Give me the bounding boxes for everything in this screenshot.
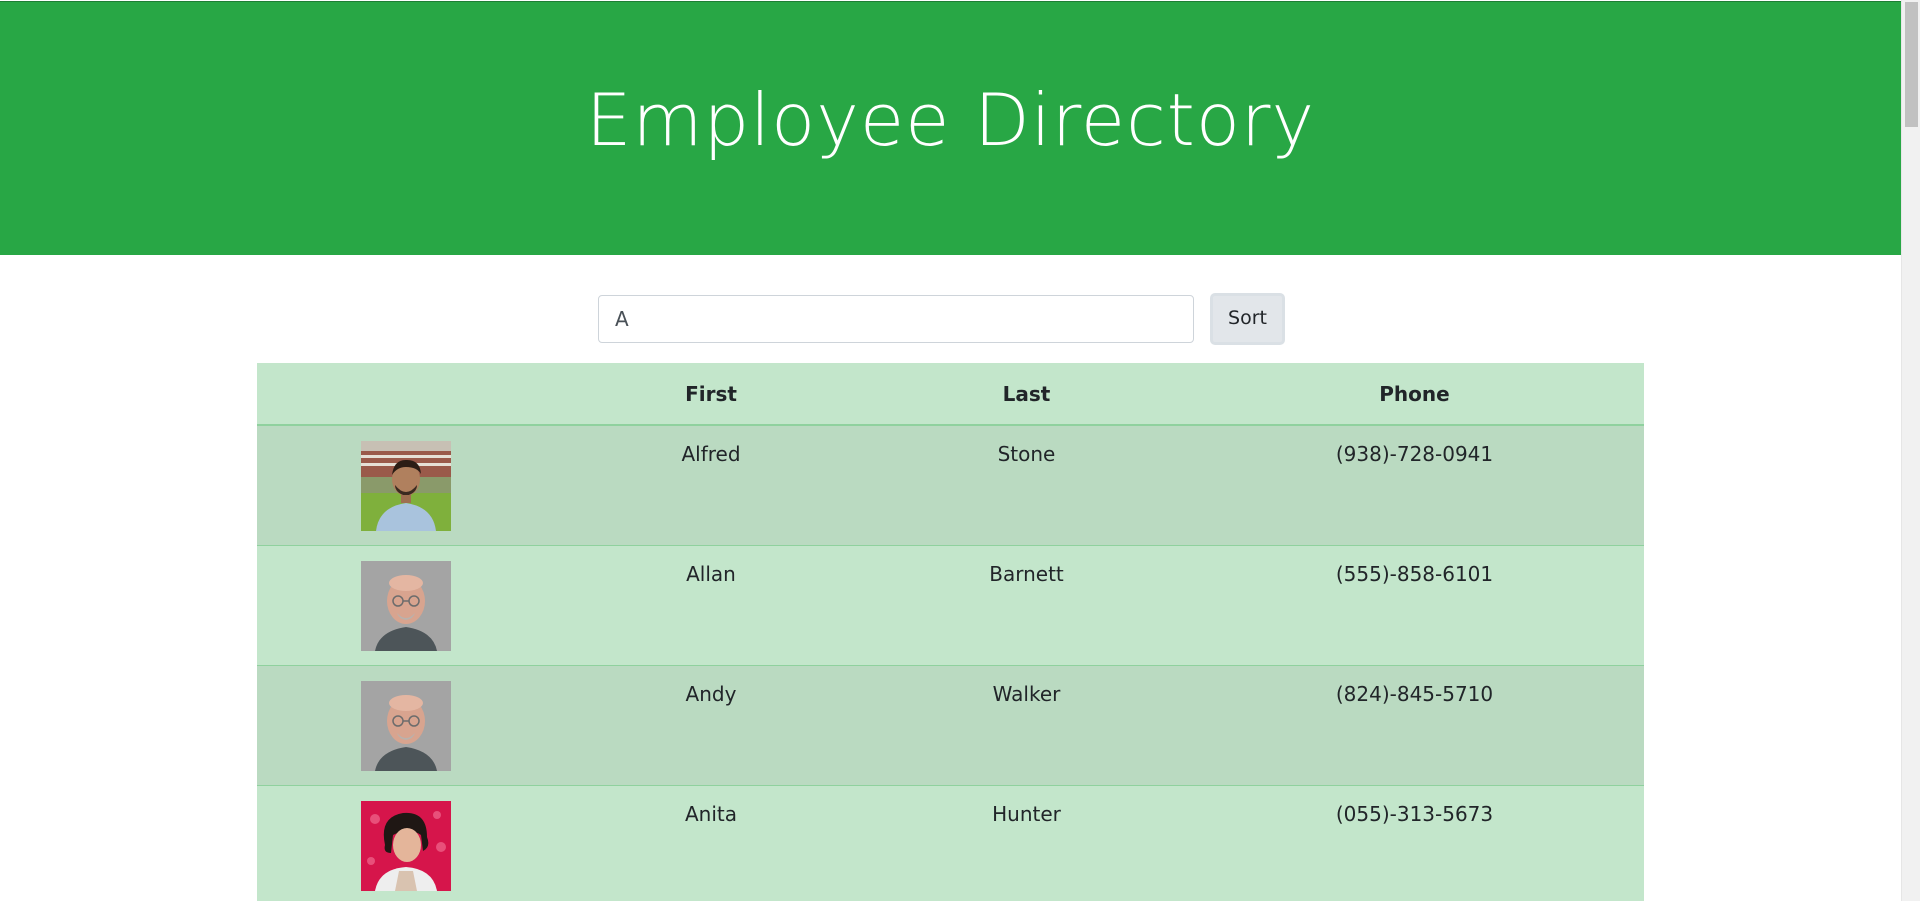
first-name-cell: Andy: [554, 664, 868, 785]
phone-cell: (938)-728-0941: [1185, 424, 1644, 545]
column-header-image: [257, 363, 554, 426]
avatar-cell: [257, 664, 554, 785]
phone-cell: (555)-858-6101: [1185, 544, 1644, 665]
last-name-cell: Hunter: [868, 784, 1185, 901]
avatar: [360, 800, 451, 891]
table-row: Anita Hunter (055)-313-5673: [257, 784, 1644, 901]
last-name-cell: Stone: [868, 424, 1185, 545]
table-row: Allan Barnett (555)-858-6101: [257, 544, 1644, 665]
first-name-cell: Allan: [554, 544, 868, 665]
page-title: Employee Directory: [585, 78, 1316, 162]
phone-cell: (055)-313-5673: [1185, 784, 1644, 901]
phone-cell: (824)-845-5710: [1185, 664, 1644, 785]
scrollbar-thumb[interactable]: [1905, 2, 1918, 127]
last-name-cell: Walker: [868, 664, 1185, 785]
jumbotron-header: Employee Directory: [0, 1, 1901, 255]
vertical-scrollbar[interactable]: [1901, 0, 1920, 901]
table-row: Alfred Stone (938)-728-0941: [257, 424, 1644, 545]
employee-table-wrapper: First Last Phone Alfred Stone (938)-728-…: [257, 363, 1644, 901]
employee-table: First Last Phone Alfred Stone (938)-728-…: [257, 363, 1644, 901]
avatar-cell: [257, 424, 554, 545]
sort-button[interactable]: Sort: [1210, 293, 1285, 345]
avatar-cell: [257, 544, 554, 665]
avatar: [360, 441, 451, 531]
page: Employee Directory Sort First Last Phone: [0, 0, 1901, 901]
column-header-first[interactable]: First: [554, 363, 868, 426]
last-name-cell: Barnett: [868, 544, 1185, 665]
first-name-cell: Anita: [554, 784, 868, 901]
table-row: Andy Walker (824)-845-5710: [257, 664, 1644, 785]
table-header-row: First Last Phone: [257, 363, 1644, 426]
avatar: [360, 560, 451, 651]
search-input[interactable]: [598, 295, 1194, 343]
column-header-phone[interactable]: Phone: [1185, 363, 1644, 426]
first-name-cell: Alfred: [554, 424, 868, 545]
avatar-cell: [257, 784, 554, 901]
column-header-last[interactable]: Last: [868, 363, 1185, 426]
avatar: [360, 680, 451, 771]
